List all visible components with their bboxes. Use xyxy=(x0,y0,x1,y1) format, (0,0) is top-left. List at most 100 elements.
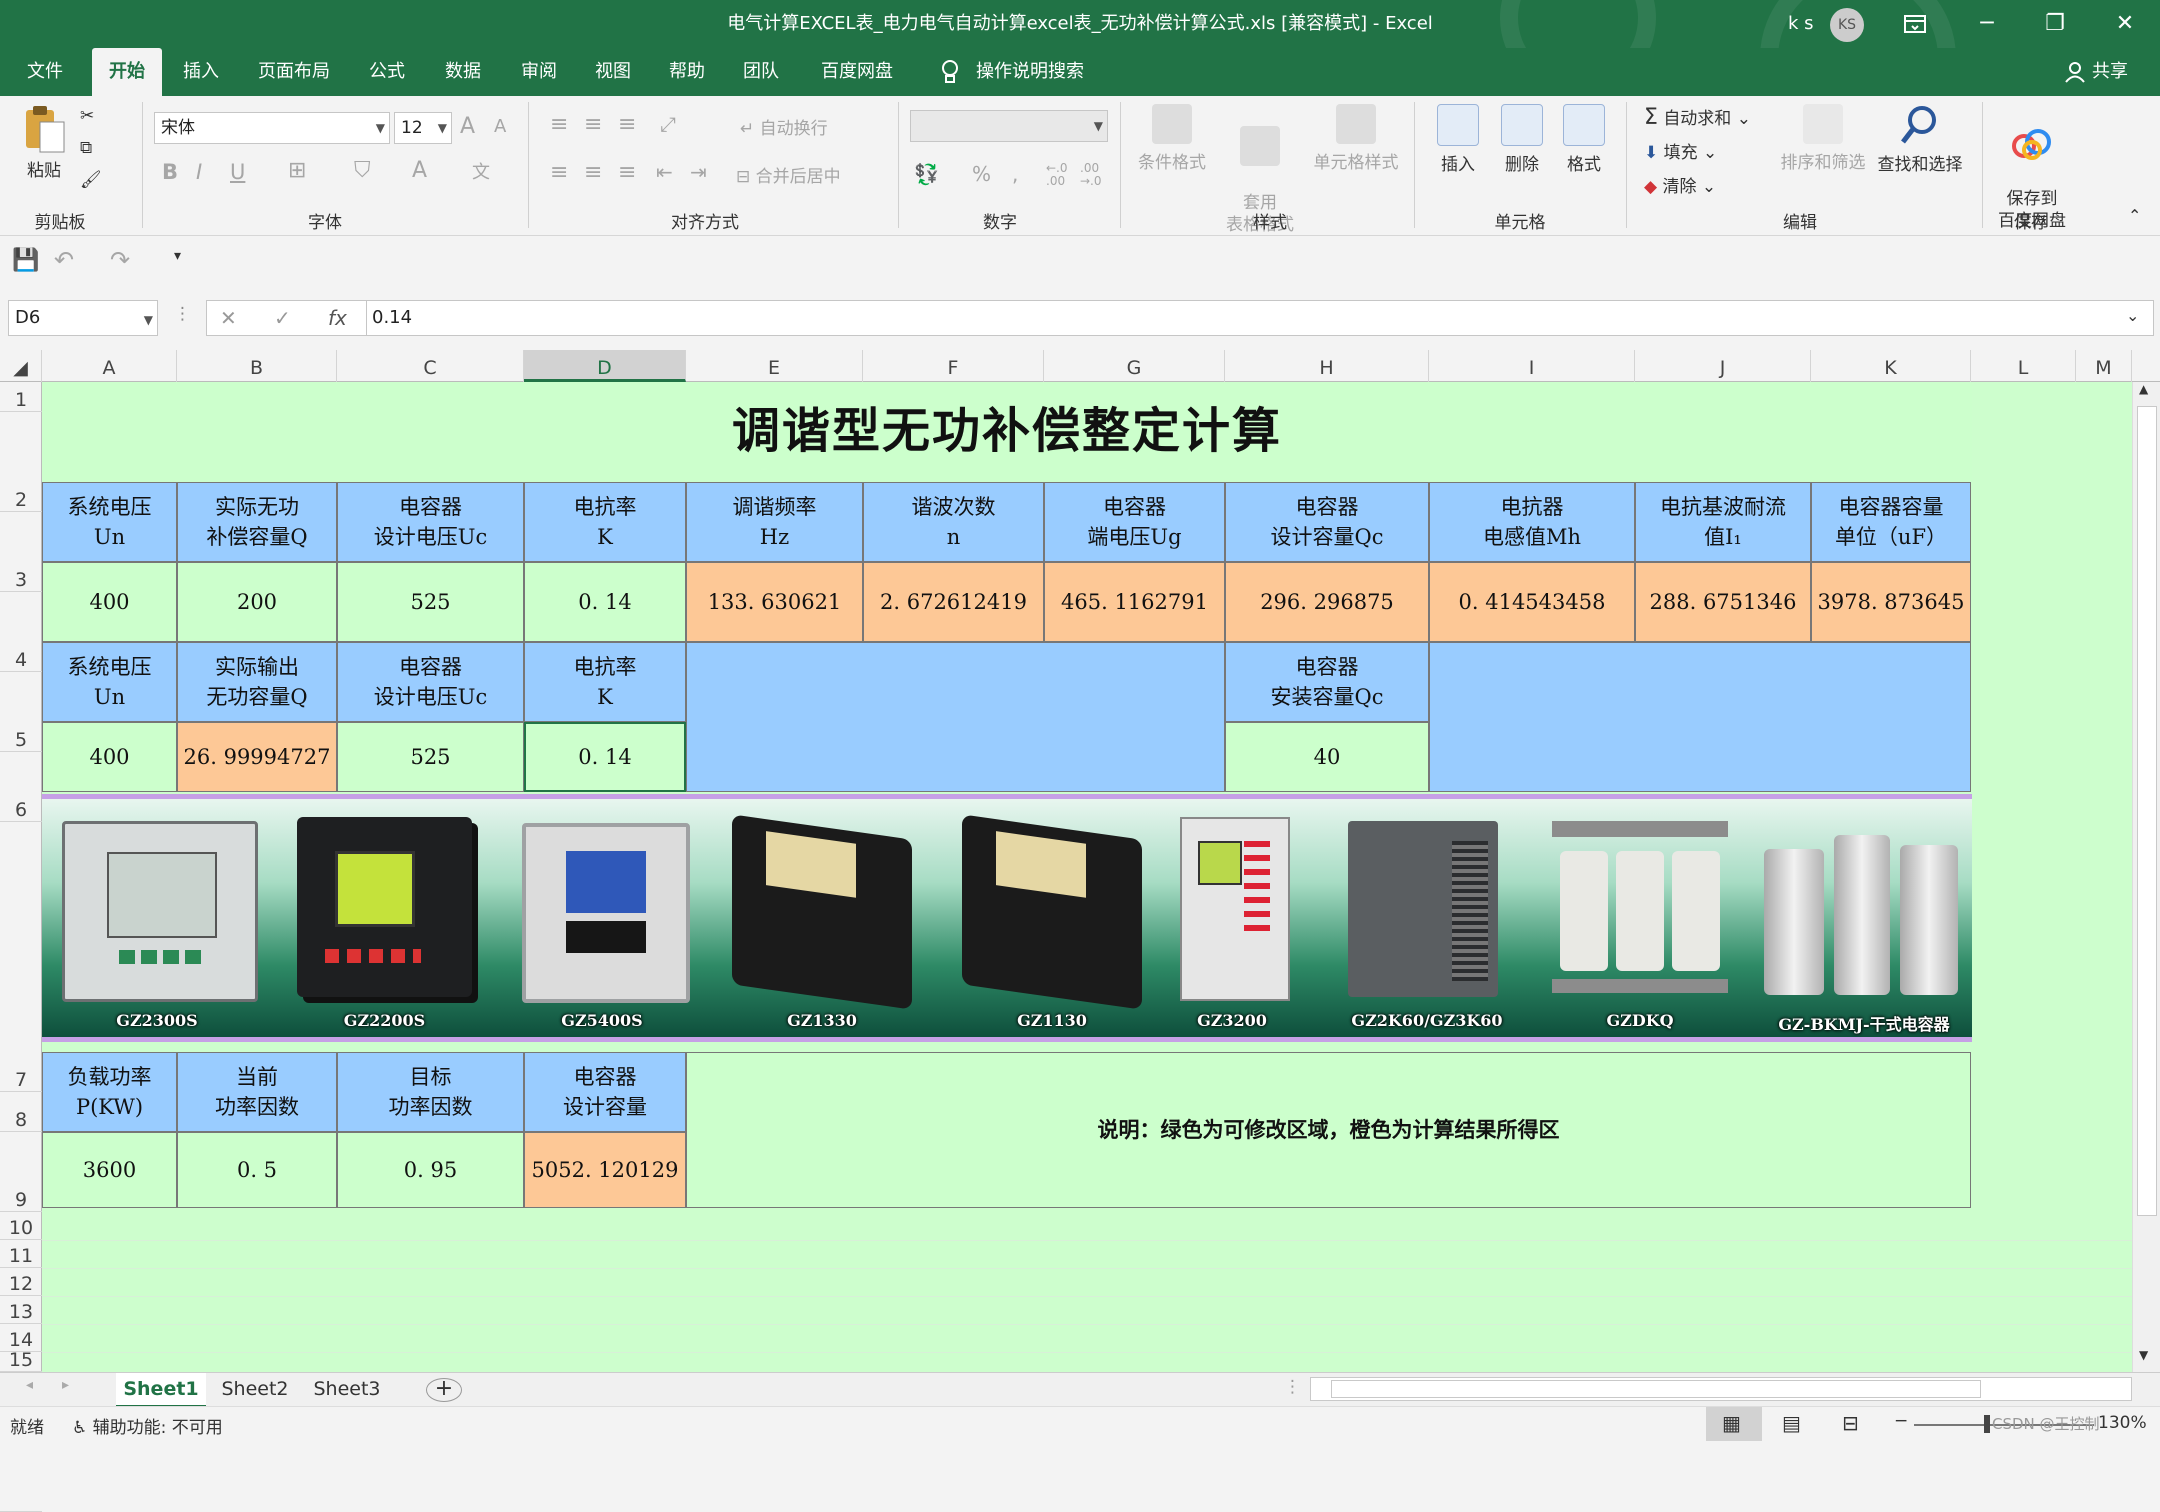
align-right-icon[interactable]: ≡ xyxy=(618,160,636,185)
redo-icon[interactable]: ↷ xyxy=(110,246,130,274)
selected-cell[interactable]: 0. 14 xyxy=(524,722,686,792)
share-button[interactable]: 共享 xyxy=(2090,48,2130,96)
ribbon-display-icon[interactable] xyxy=(1880,0,1950,48)
row-header[interactable]: 2 xyxy=(0,412,42,512)
column-header[interactable]: I xyxy=(1429,350,1635,382)
orientation-icon[interactable]: ⤢ xyxy=(660,112,676,136)
format-painter-icon[interactable]: 🖌 xyxy=(80,170,102,190)
sort-filter-button[interactable]: 排序和筛选 xyxy=(1776,104,1870,173)
result-cell[interactable]: 26. 99994727 xyxy=(177,722,337,792)
underline-button[interactable]: U xyxy=(230,160,245,184)
bold-button[interactable]: B xyxy=(162,160,178,184)
result-cell[interactable]: 296. 296875 xyxy=(1225,562,1429,642)
header-cell[interactable]: 电容器 设计容量 xyxy=(524,1052,686,1132)
delete-cells-button[interactable]: 删除 xyxy=(1492,104,1552,175)
horizontal-scrollbar[interactable] xyxy=(1310,1377,2132,1401)
header-cell[interactable]: 电容器 端电压Ug xyxy=(1044,482,1225,562)
next-sheet-icon[interactable]: ▸ xyxy=(62,1377,69,1393)
copy-icon[interactable]: ⧉ xyxy=(80,138,92,158)
tab-view[interactable]: 视图 xyxy=(588,48,638,96)
row-header[interactable]: 1 xyxy=(0,382,42,412)
lightbulb-icon[interactable] xyxy=(930,48,970,96)
shrink-font-button[interactable]: A xyxy=(494,116,506,137)
decrease-indent-icon[interactable]: ⇤ xyxy=(656,160,673,184)
find-select-button[interactable]: 查找和选择 xyxy=(1872,104,1968,175)
input-cell[interactable]: 525 xyxy=(337,722,524,792)
align-middle-icon[interactable]: ≡ xyxy=(584,112,602,137)
tab-home[interactable]: 开始 xyxy=(92,48,162,96)
tab-insert[interactable]: 插入 xyxy=(176,48,226,96)
sheet-tab[interactable]: Sheet3 xyxy=(302,1373,392,1405)
column-header[interactable]: M xyxy=(2076,350,2132,382)
wrap-text-button[interactable]: ↵ 自动换行 xyxy=(740,114,828,139)
header-cell[interactable]: 电抗器 电感值Mh xyxy=(1429,482,1635,562)
fill-color-icon[interactable]: ⛉ xyxy=(354,158,371,183)
minimize-button[interactable]: ─ xyxy=(1952,0,2022,48)
input-cell[interactable]: 0. 14 xyxy=(524,562,686,642)
result-cell[interactable]: 133. 630621 xyxy=(686,562,863,642)
result-cell[interactable]: 465. 1162791 xyxy=(1044,562,1225,642)
row-header[interactable]: 4 xyxy=(0,592,42,672)
header-cell[interactable]: 电容器 设计容量Qc xyxy=(1225,482,1429,562)
row-header[interactable]: 13 xyxy=(0,1296,42,1324)
avatar[interactable]: KS xyxy=(1830,8,1864,42)
align-center-icon[interactable]: ≡ xyxy=(584,160,602,185)
tab-file[interactable]: 文件 xyxy=(20,48,70,96)
input-cell[interactable]: 40 xyxy=(1225,722,1429,792)
column-header-selected[interactable]: D xyxy=(524,350,686,382)
tab-formulas[interactable]: 公式 xyxy=(362,48,412,96)
formula-input[interactable] xyxy=(206,300,2154,336)
cancel-formula-icon[interactable]: ✕ xyxy=(220,306,237,330)
page-layout-icon[interactable]: ▤ xyxy=(1782,1411,1801,1435)
header-cell[interactable]: 电容器 设计电压Uc xyxy=(337,642,524,722)
column-header[interactable]: A xyxy=(42,350,177,382)
header-cell[interactable]: 系统电压 Un xyxy=(42,642,177,722)
row-header[interactable]: 9 xyxy=(0,1132,42,1212)
header-cell[interactable]: 电抗率 K xyxy=(524,642,686,722)
align-bottom-icon[interactable]: ≡ xyxy=(618,112,636,137)
blank-blue-block[interactable] xyxy=(1429,642,1971,792)
cut-icon[interactable]: ✂ xyxy=(80,106,94,126)
tell-me-search[interactable]: 操作说明搜索 xyxy=(970,48,1090,96)
result-cell[interactable]: 3978. 873645 xyxy=(1811,562,1971,642)
row-header[interactable]: 6 xyxy=(0,752,42,822)
merge-center-button[interactable]: ⊟ 合并后居中 xyxy=(736,162,841,187)
row-header[interactable]: 5 xyxy=(0,672,42,752)
enter-formula-icon[interactable]: ✓ xyxy=(274,306,291,330)
format-cells-button[interactable]: 格式 xyxy=(1554,104,1614,175)
column-header[interactable]: E xyxy=(686,350,863,382)
vertical-scrollbar[interactable]: ▲ ▼ xyxy=(2132,382,2160,1372)
column-header[interactable]: J xyxy=(1635,350,1811,382)
cell-styles-button[interactable]: 单元格样式 xyxy=(1308,104,1404,173)
header-cell[interactable]: 当前 功率因数 xyxy=(177,1052,337,1132)
add-sheet-button[interactable]: + xyxy=(426,1378,462,1402)
font-color-button[interactable]: A xyxy=(412,158,427,183)
insert-function-icon[interactable]: fx xyxy=(328,306,347,330)
column-header[interactable]: H xyxy=(1225,350,1429,382)
column-header[interactable]: C xyxy=(337,350,524,382)
column-header[interactable]: G xyxy=(1044,350,1225,382)
result-cell[interactable]: 288. 6751346 xyxy=(1635,562,1811,642)
row-header[interactable]: 15 xyxy=(0,1352,42,1372)
select-all-corner[interactable]: ◢ xyxy=(0,350,42,382)
border-icon[interactable]: ⊞ xyxy=(288,158,306,183)
phonetic-icon[interactable]: 文 xyxy=(472,158,490,184)
restore-button[interactable]: ❐ xyxy=(2020,0,2090,48)
collapse-ribbon-icon[interactable]: ⌃ xyxy=(2128,206,2141,225)
currency-icon[interactable]: 💱 xyxy=(914,162,939,186)
number-format-select[interactable]: ▼ xyxy=(910,110,1108,142)
increase-decimal-button[interactable]: ←.0 .00 xyxy=(1046,162,1068,188)
align-top-icon[interactable]: ≡ xyxy=(550,112,568,137)
header-cell[interactable]: 调谐频率 Hz xyxy=(686,482,863,562)
paste-button[interactable]: 粘贴 xyxy=(14,104,74,181)
input-cell[interactable]: 3600 xyxy=(42,1132,177,1208)
insert-cells-button[interactable]: 插入 xyxy=(1428,104,1488,175)
close-button[interactable]: ✕ xyxy=(2090,0,2160,48)
row-header[interactable]: 14 xyxy=(0,1324,42,1352)
increase-indent-icon[interactable]: ⇥ xyxy=(690,160,707,184)
column-header[interactable]: B xyxy=(177,350,337,382)
result-cell[interactable]: 0. 414543458 xyxy=(1429,562,1635,642)
name-box[interactable]: D6 ▼ xyxy=(8,300,158,336)
percent-button[interactable]: % xyxy=(972,162,991,186)
column-header[interactable]: F xyxy=(863,350,1044,382)
